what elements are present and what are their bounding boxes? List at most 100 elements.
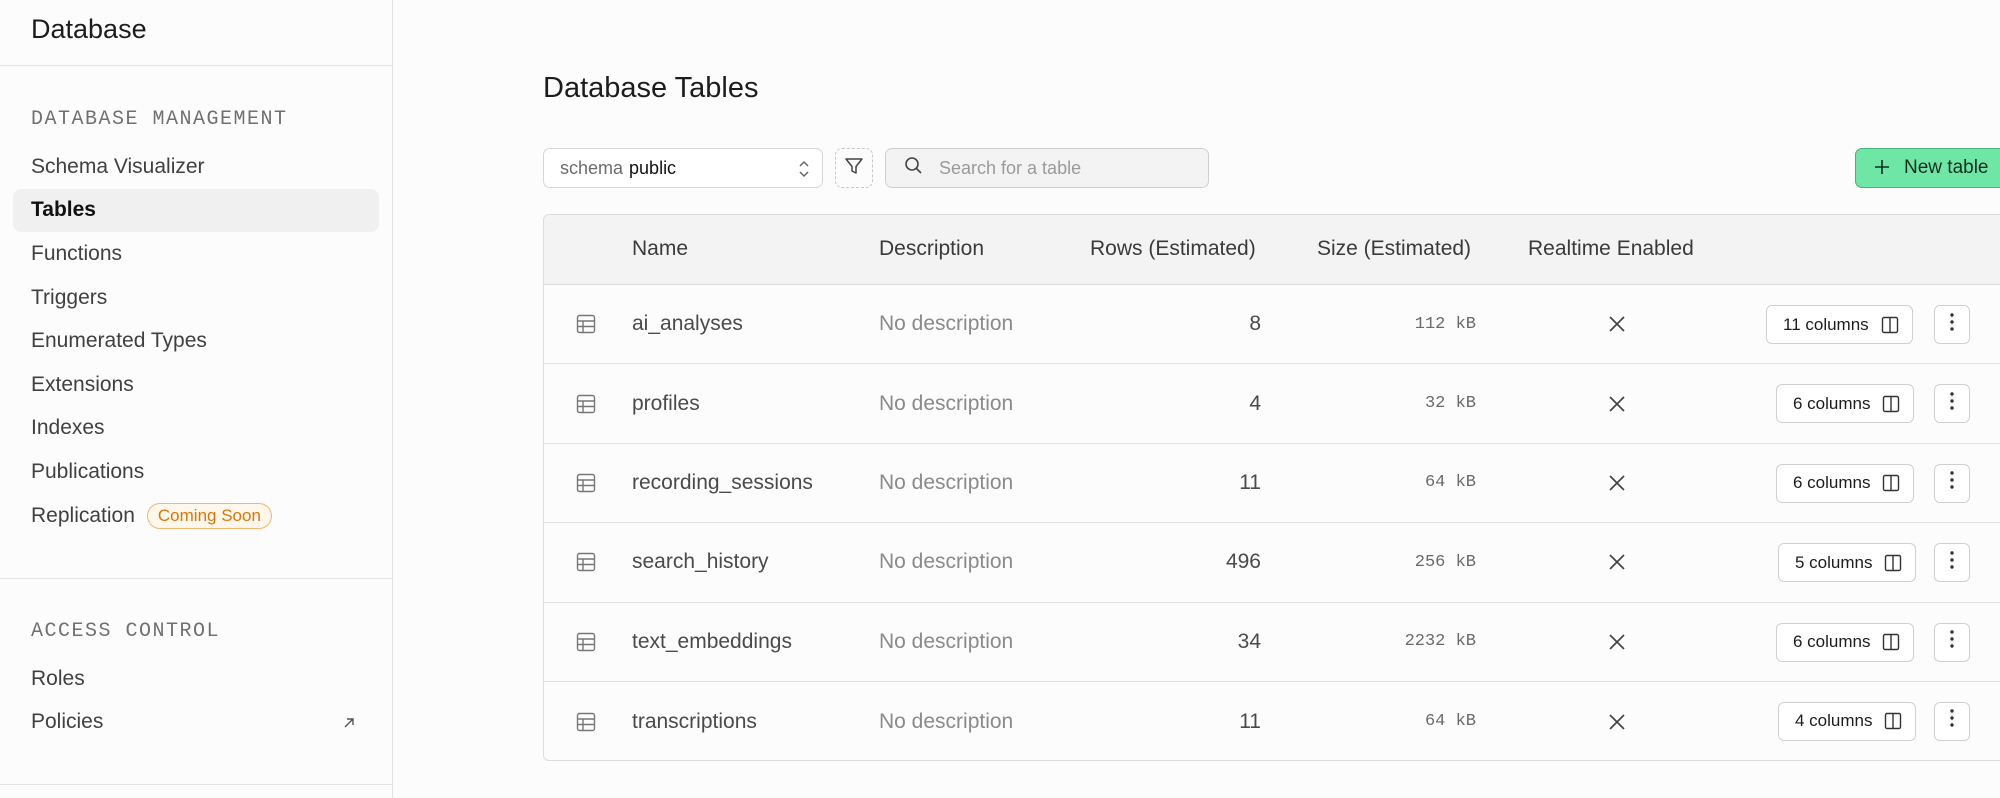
row-more-button[interactable] [1934,543,1970,583]
header-description: Description [879,237,985,260]
columns-label: 4 columns [1795,711,1873,731]
table-rows-estimate: 34 [1237,629,1261,653]
table-description: No description [879,709,1014,733]
table-row[interactable]: transcriptions No description 11 64 kB 4… [544,682,2000,760]
tables-table: Name Description Rows (Estimated) Size (… [543,214,2000,761]
schema-select[interactable]: schema public [543,148,823,188]
columns-button[interactable]: 6 columns [1776,622,1915,662]
table-icon [576,682,596,760]
table-icon [576,523,596,601]
sidebar-item-schema-visualizer[interactable]: Schema Visualizer [13,145,379,189]
sidebar-item-label: Extensions [31,372,134,396]
sidebar-item-label: Replication [31,503,135,527]
filter-icon [844,156,864,181]
realtime-disabled-icon [1602,285,1632,363]
header-name: Name [632,237,689,260]
section-title: DATABASE MANAGEMENT [31,108,288,131]
columns-icon [1883,475,1900,492]
table-row[interactable]: search_history No description 496 256 kB… [544,523,2000,603]
columns-button[interactable]: 5 columns [1778,543,1917,583]
table-size-estimate: 2232 kB [1404,632,1476,652]
nav-list: Schema Visualizer Tables Functions Trigg… [0,145,392,537]
sidebar-item-triggers[interactable]: Triggers [13,276,379,320]
table-description: No description [879,470,1014,494]
realtime-disabled-icon [1602,523,1632,601]
more-vertical-icon [1949,391,1955,417]
sidebar: Database DATABASE MANAGEMENT Schema Visu… [0,0,393,798]
sidebar-item-tables[interactable]: Tables [13,188,379,233]
table-description: No description [879,550,1014,574]
more-vertical-icon [1949,312,1955,338]
filter-button[interactable] [835,148,873,188]
row-more-button[interactable] [1934,463,1970,503]
schema-value: public [629,157,677,178]
table-icon [576,444,596,522]
main-content: Database Tables schema public New table [393,0,2000,798]
table-description: No description [879,391,1014,415]
columns-button[interactable]: 6 columns [1776,384,1915,424]
sidebar-item-publications[interactable]: Publications [13,450,379,494]
table-size-estimate: 112 kB [1414,314,1476,334]
table-size-estimate: 256 kB [1414,552,1476,572]
sidebar-item-replication[interactable]: Replication Coming Soon [13,494,379,538]
row-more-button[interactable] [1934,384,1970,424]
table-header: Name Description Rows (Estimated) Size (… [544,215,2000,285]
section-title: ACCESS CONTROL [31,620,221,643]
table-name: transcriptions [632,709,757,733]
new-table-label: New table [1904,157,1989,178]
columns-button[interactable]: 6 columns [1776,463,1915,503]
row-more-button[interactable] [1934,622,1970,662]
columns-icon [1883,633,1900,651]
table-row[interactable]: recording_sessions No description 11 64 … [544,444,2000,524]
sidebar-item-roles[interactable]: Roles [13,657,379,701]
sidebar-divider [0,578,392,579]
new-table-button[interactable]: New table [1855,148,2000,188]
columns-label: 6 columns [1793,632,1871,652]
plus-icon [1874,156,1890,180]
columns-icon [1885,713,1902,730]
realtime-disabled-icon [1602,364,1632,442]
columns-icon [1881,316,1898,333]
row-more-button[interactable] [1934,305,1970,344]
table-rows-estimate: 8 [1249,312,1261,336]
realtime-disabled-icon [1602,603,1632,681]
sidebar-section-access-control: ACCESS CONTROL Roles Policies [0,620,392,744]
row-more-button[interactable] [1934,701,1970,741]
coming-soon-badge: Coming Soon [146,502,272,529]
table-icon [576,285,596,363]
sidebar-item-indexes[interactable]: Indexes [13,407,379,451]
sidebar-item-label: Policies [31,710,104,734]
columns-label: 5 columns [1795,552,1873,572]
table-row[interactable]: ai_analyses No description 8 112 kB 11 c… [544,285,2000,365]
table-icon [576,603,596,681]
columns-icon [1885,554,1902,571]
header-size: Size (Estimated) [1317,237,1472,260]
sidebar-item-policies[interactable]: Policies [13,701,379,745]
sidebar-item-label: Tables [31,198,96,222]
table-name: recording_sessions [632,470,813,494]
sidebar-item-label: Roles [31,666,85,690]
realtime-disabled-icon [1602,682,1632,760]
schema-label: schema [560,157,624,178]
toolbar: schema public New table [543,148,2000,188]
sidebar-item-enumerated-types[interactable]: Enumerated Types [13,319,379,363]
table-name: profiles [632,391,700,415]
columns-button[interactable]: 4 columns [1778,701,1917,741]
sidebar-item-extensions[interactable]: Extensions [13,363,379,407]
search-input[interactable] [939,157,1179,179]
sidebar-item-label: Functions [31,241,123,265]
table-row[interactable]: profiles No description 4 32 kB 6 column… [544,364,2000,444]
chevron-up-down-icon [796,158,812,185]
sidebar-item-functions[interactable]: Functions [13,232,379,276]
more-vertical-icon [1949,470,1955,496]
external-link-icon [341,713,357,737]
sidebar-item-label: Schema Visualizer [31,154,205,178]
table-name: text_embeddings [632,629,792,653]
columns-button[interactable]: 11 columns [1766,305,1913,344]
table-name: ai_analyses [632,312,743,336]
nav-list: Roles Policies [0,657,392,744]
table-icon [576,364,596,442]
table-search[interactable] [885,148,1209,188]
sidebar-divider [0,784,392,785]
table-row[interactable]: text_embeddings No description 34 2232 k… [544,603,2000,682]
